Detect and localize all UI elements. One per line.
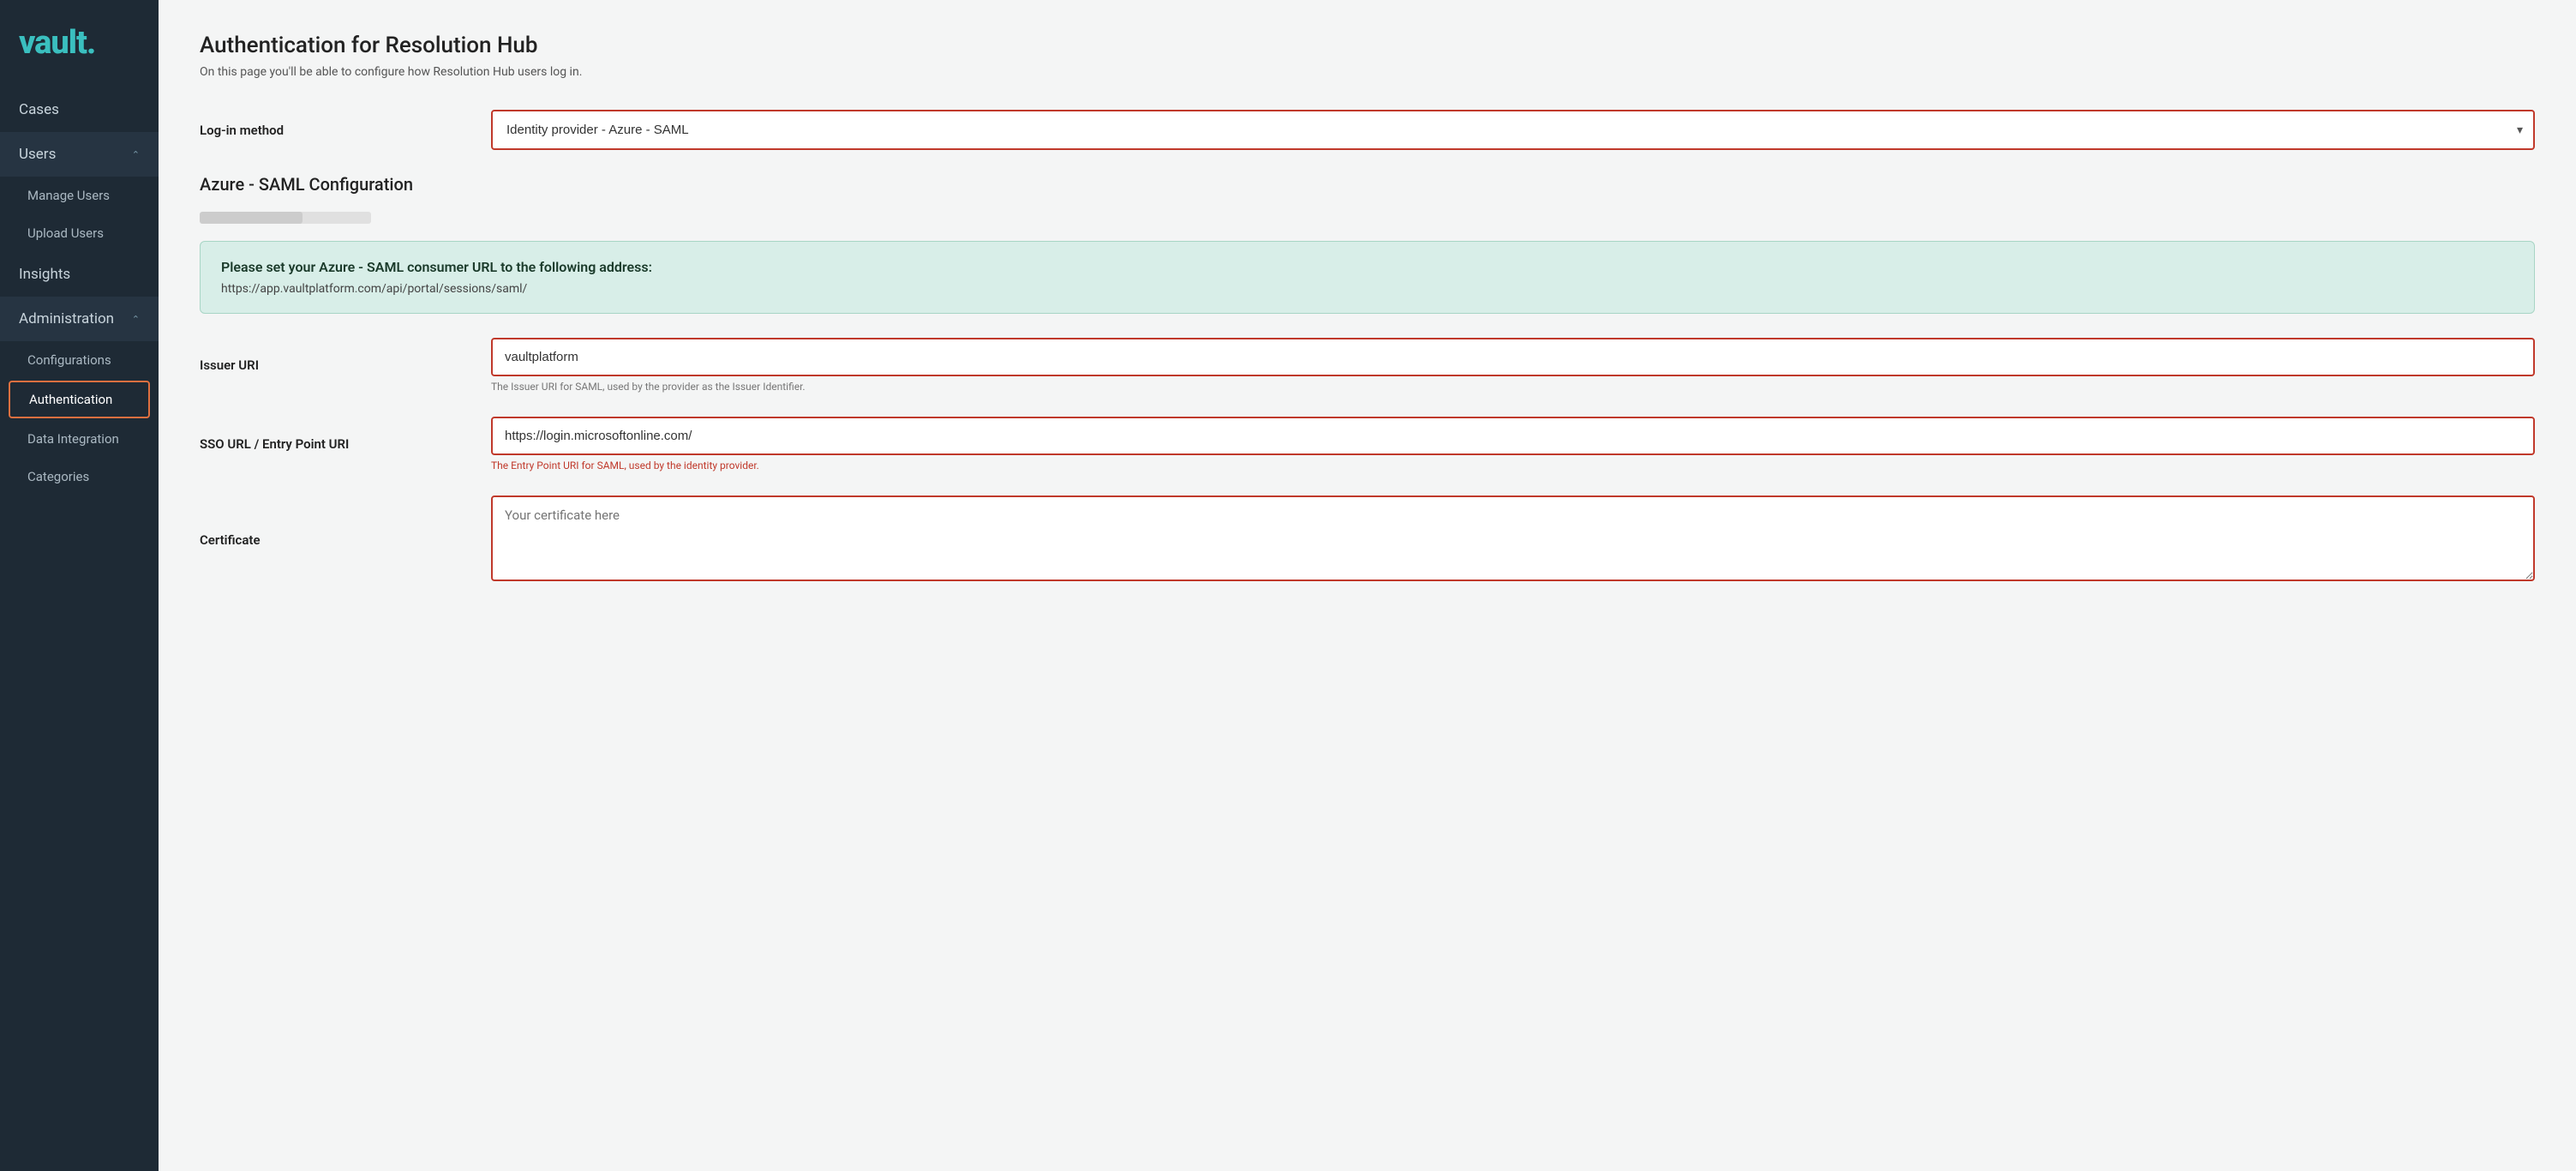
administration-chevron-icon: ⌃ bbox=[132, 314, 140, 325]
login-method-control: Identity provider - Azure - SAML Local a… bbox=[491, 110, 2535, 150]
main-content: Authentication for Resolution Hub On thi… bbox=[159, 0, 2576, 1171]
saml-section: Azure - SAML Configuration Please set yo… bbox=[200, 174, 2535, 585]
sidebar-item-insights-label: Insights bbox=[19, 266, 70, 283]
info-box-title: Please set your Azure - SAML consumer UR… bbox=[221, 259, 2513, 275]
login-method-label: Log-in method bbox=[200, 123, 491, 138]
sidebar-item-administration[interactable]: Administration ⌃ bbox=[0, 297, 159, 341]
certificate-row: Certificate bbox=[200, 495, 2535, 585]
saml-info-box: Please set your Azure - SAML consumer UR… bbox=[200, 241, 2535, 314]
saml-section-title: Azure - SAML Configuration bbox=[200, 174, 2535, 195]
loader-bar-fill bbox=[200, 212, 303, 224]
issuer-uri-input[interactable] bbox=[491, 338, 2535, 376]
sso-url-row: SSO URL / Entry Point URI The Entry Poin… bbox=[200, 417, 2535, 471]
users-chevron-icon: ⌃ bbox=[132, 149, 140, 160]
issuer-uri-hint: The Issuer URI for SAML, used by the pro… bbox=[491, 381, 2535, 393]
sidebar-item-cases-label: Cases bbox=[19, 101, 59, 118]
sso-url-control: The Entry Point URI for SAML, used by th… bbox=[491, 417, 2535, 471]
certificate-control bbox=[491, 495, 2535, 585]
sidebar-item-administration-label: Administration bbox=[19, 310, 114, 327]
login-method-select-wrapper: Identity provider - Azure - SAML Local a… bbox=[491, 110, 2535, 150]
sidebar-item-cases[interactable]: Cases bbox=[0, 87, 159, 132]
sso-url-label: SSO URL / Entry Point URI bbox=[200, 436, 491, 452]
certificate-label: Certificate bbox=[200, 532, 491, 548]
sidebar-item-users-label: Users bbox=[19, 146, 56, 163]
sidebar-sub-item-authentication[interactable]: Authentication bbox=[9, 381, 150, 418]
sidebar-sub-item-manage-users[interactable]: Manage Users bbox=[0, 177, 159, 214]
info-box-url: https://app.vaultplatform.com/api/portal… bbox=[221, 282, 2513, 296]
issuer-uri-label: Issuer URI bbox=[200, 357, 491, 373]
page-title: Authentication for Resolution Hub bbox=[200, 33, 2535, 58]
sidebar-item-insights[interactable]: Insights bbox=[0, 252, 159, 297]
login-method-row: Log-in method Identity provider - Azure … bbox=[200, 110, 2535, 150]
issuer-uri-control: The Issuer URI for SAML, used by the pro… bbox=[491, 338, 2535, 393]
certificate-textarea[interactable] bbox=[491, 495, 2535, 581]
sidebar-sub-item-data-integration[interactable]: Data Integration bbox=[0, 420, 159, 458]
sidebar-item-users[interactable]: Users ⌃ bbox=[0, 132, 159, 177]
page-subtitle: On this page you'll be able to configure… bbox=[200, 65, 2535, 79]
sidebar-sub-item-configurations[interactable]: Configurations bbox=[0, 341, 159, 379]
sidebar-sub-item-categories[interactable]: Categories bbox=[0, 458, 159, 495]
sso-url-input[interactable] bbox=[491, 417, 2535, 455]
sso-url-hint: The Entry Point URI for SAML, used by th… bbox=[491, 459, 2535, 471]
login-method-select[interactable]: Identity provider - Azure - SAML Local a… bbox=[491, 110, 2535, 150]
logo: vault. bbox=[0, 0, 159, 87]
issuer-uri-row: Issuer URI The Issuer URI for SAML, used… bbox=[200, 338, 2535, 393]
logo-text: vault. bbox=[19, 24, 95, 62]
sidebar: vault. Cases Users ⌃ Manage Users Upload… bbox=[0, 0, 159, 1171]
loader-bar bbox=[200, 212, 371, 224]
sidebar-sub-item-upload-users[interactable]: Upload Users bbox=[0, 214, 159, 252]
